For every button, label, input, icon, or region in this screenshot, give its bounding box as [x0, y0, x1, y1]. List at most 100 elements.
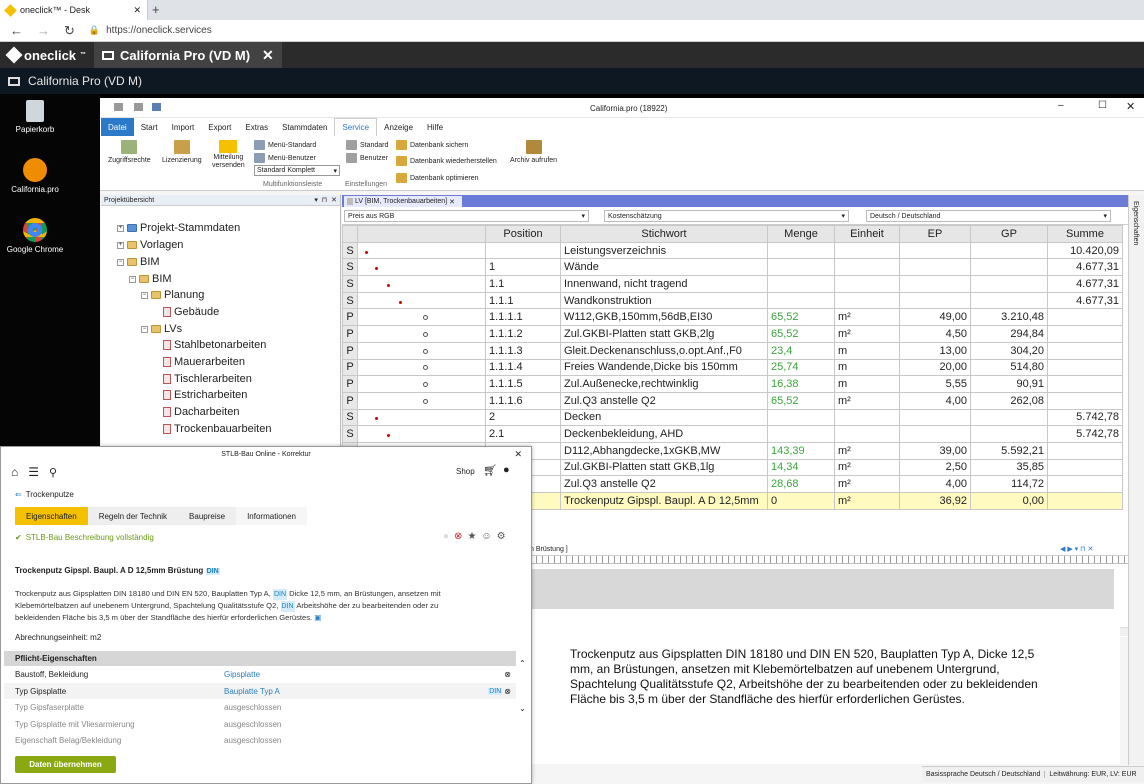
tab-export[interactable]: Export: [201, 118, 238, 136]
menu-icon[interactable]: ☰: [28, 465, 39, 479]
expand-icon[interactable]: +: [117, 224, 124, 232]
tree-node[interactable]: Mauerarbeiten: [163, 356, 245, 368]
table-row[interactable]: S 2.1 Deckenbekleidung, AHD 5.742,78: [342, 425, 1123, 443]
home-icon[interactable]: ⌂: [11, 465, 18, 479]
table-row[interactable]: S 1 Wände 4.677,31: [342, 258, 1123, 277]
property-row[interactable]: Baustoff, Bekleidung Gipsplatte ⊗: [4, 666, 516, 682]
din-badge[interactable]: DIN: [272, 589, 287, 600]
column-header-summe[interactable]: Summe: [1047, 225, 1123, 243]
tree-node[interactable]: Estricharbeiten: [163, 389, 247, 401]
back-link[interactable]: ⇐ Trockenputze: [15, 490, 74, 499]
oneclick-logo[interactable]: oneclick ™: [0, 46, 94, 64]
column-header-stichwort[interactable]: Stichwort: [560, 225, 768, 243]
info-icon[interactable]: ●: [443, 531, 449, 542]
user-icon[interactable]: ●: [503, 464, 510, 476]
reload-icon[interactable]: ↻: [64, 23, 75, 39]
table-row[interactable]: P 1.1.1.6 Zul.Q3 anstelle Q2 65,52 m² 4,00 262…: [342, 391, 1123, 410]
tree-node[interactable]: Dacharbeiten: [163, 406, 239, 418]
tab-extras[interactable]: Extras: [238, 118, 275, 136]
minimize-icon[interactable]: –: [1058, 100, 1064, 111]
tree-node[interactable]: Trockenbauarbeiten: [163, 423, 271, 435]
tree-node[interactable]: − BIM: [117, 256, 160, 268]
preview-icon[interactable]: [134, 103, 143, 111]
desktop-icon-california[interactable]: California.pro: [0, 158, 70, 194]
comment-icon[interactable]: ☺: [481, 531, 491, 542]
desktop-icon-recycle-bin[interactable]: Papierkorb: [0, 100, 70, 134]
tab-hilfe[interactable]: Hilfe: [420, 118, 450, 136]
tab-start[interactable]: Start: [134, 118, 165, 136]
tree-node[interactable]: Stahlbetonarbeiten: [163, 339, 266, 351]
collapse-icon[interactable]: −: [129, 275, 136, 283]
property-row[interactable]: Typ Gipsplatte Bauplatte Typ A DIN ⊗: [4, 683, 516, 699]
shop-link[interactable]: Shop: [456, 467, 475, 476]
comment-bubble-icon[interactable]: ▣: [314, 613, 321, 622]
table-row[interactable]: S Leistungsverzeichnis 10.420,09: [342, 241, 1123, 260]
db-optimieren-button[interactable]: Datenbank optimieren: [396, 173, 479, 183]
expand-icon[interactable]: +: [117, 241, 124, 249]
browser-tab[interactable]: oneclick™ - Desk ✕: [0, 0, 148, 20]
property-row[interactable]: Typ Gipsplatte mit Vliesarmierung ausges…: [4, 716, 516, 732]
star-icon[interactable]: ★: [467, 531, 476, 542]
tab-informationen[interactable]: Informationen: [236, 507, 307, 525]
remove-icon[interactable]: ⊗: [504, 670, 511, 679]
table-row[interactable]: S 1.1 Innenwand, nicht tragend 4.677,31: [342, 275, 1123, 293]
text-panel-tab[interactable]: n Brüstung ]: [530, 546, 568, 553]
column-header-gp[interactable]: GP: [970, 225, 1048, 243]
nav-arrows-icon[interactable]: ◀ ▶ ▾ ⊓ ✕: [1060, 545, 1093, 553]
tab-baupreise[interactable]: Baupreise: [178, 507, 237, 525]
close-icon[interactable]: ✕: [1126, 100, 1135, 113]
column-header-position[interactable]: Position: [485, 225, 561, 243]
din-badge[interactable]: DIN: [280, 601, 295, 612]
new-tab-button[interactable]: +: [152, 2, 160, 17]
db-wiederherstellen-button[interactable]: Datenbank wiederherstellen: [396, 156, 497, 166]
language-select[interactable]: Deutsch / Deutschland ▾: [866, 210, 1111, 222]
save-icon[interactable]: [152, 103, 161, 111]
mitteilung-button[interactable]: Mitteilung versenden: [212, 140, 245, 169]
settings-icon[interactable]: ⚙: [497, 531, 506, 542]
close-tab-icon[interactable]: ✕: [133, 5, 141, 16]
din-badge[interactable]: DIN: [205, 568, 220, 575]
scroll-up-icon[interactable]: ⌃: [519, 659, 526, 668]
table-row[interactable]: P 1.1.1.3 Gleit.Deckenanschluss,o.opt.Anf.…: [342, 341, 1123, 360]
collapse-icon[interactable]: −: [117, 258, 124, 266]
maximize-icon[interactable]: ☐: [1098, 100, 1107, 111]
einst-standard-button[interactable]: Standard: [346, 140, 388, 150]
close-icon[interactable]: ✕: [262, 47, 274, 64]
tree-node[interactable]: − Planung: [141, 289, 204, 301]
remove-icon[interactable]: ⊗: [504, 687, 511, 696]
property-row[interactable]: Eigenschaft Belag/Bekleidung ausgeschlos…: [4, 732, 516, 748]
tree-node[interactable]: − LVs: [141, 323, 182, 335]
close-icon[interactable]: ✕: [514, 449, 522, 460]
table-row[interactable]: S 1.1.1 Wandkonstruktion 4.677,31: [342, 291, 1123, 310]
zugriffsrechte-button[interactable]: Zugriffsrechte: [108, 140, 151, 164]
tab-stammdaten[interactable]: Stammdaten: [275, 118, 334, 136]
table-row[interactable]: P 1.1.1.2 Zul.GKBI-Platten statt GKB,2lg 65…: [342, 325, 1123, 343]
din-badge[interactable]: DIN: [488, 687, 503, 695]
column-header-einheit[interactable]: Einheit: [834, 225, 900, 243]
long-text-editor[interactable]: Trockenputz aus Gipsplatten DIN 18180 un…: [530, 609, 1120, 764]
property-row[interactable]: Typ Gipsfaserplatte ausgeschlossen: [4, 699, 516, 715]
db-sichern-button[interactable]: Datenbank sichern: [396, 140, 468, 150]
column-header-menge[interactable]: Menge: [767, 225, 835, 243]
table-row[interactable]: S 2 Decken 5.742,78: [342, 408, 1123, 427]
cart-icon[interactable]: 🛒︎: [483, 464, 497, 477]
collapse-icon[interactable]: −: [141, 325, 148, 333]
tree-node[interactable]: + Projekt-Stammdaten: [117, 222, 240, 234]
tab-regeln[interactable]: Regeln der Technik: [87, 507, 179, 525]
tab-anzeige[interactable]: Anzeige: [377, 118, 420, 136]
tree-node[interactable]: Tischlerarbeiten: [163, 373, 252, 385]
forward-icon[interactable]: →: [37, 23, 50, 38]
table-row[interactable]: P 1.1.1.4 Freies Wandende,Dicke bis 150mm 2…: [342, 358, 1123, 377]
delete-icon[interactable]: ⊗: [454, 531, 462, 542]
tree-node[interactable]: + Vorlagen: [117, 239, 183, 251]
desktop-icon-chrome[interactable]: Google Chrome: [0, 218, 70, 254]
search-icon[interactable]: ⚲: [49, 466, 57, 479]
tab-import[interactable]: Import: [165, 118, 202, 136]
menu-standard-button[interactable]: Menü-Standard: [254, 140, 316, 150]
einst-benutzer-button[interactable]: Benutzer: [346, 153, 388, 163]
lv-document-tab[interactable]: LV [BIM, Trockenbauarbeiten] ✕: [344, 196, 462, 207]
tab-service[interactable]: Service: [334, 118, 378, 136]
tab-eigenschaften[interactable]: Eigenschaften: [15, 507, 88, 525]
tab-datei[interactable]: Datei: [101, 118, 134, 136]
tree-node[interactable]: − BIM: [129, 273, 172, 285]
